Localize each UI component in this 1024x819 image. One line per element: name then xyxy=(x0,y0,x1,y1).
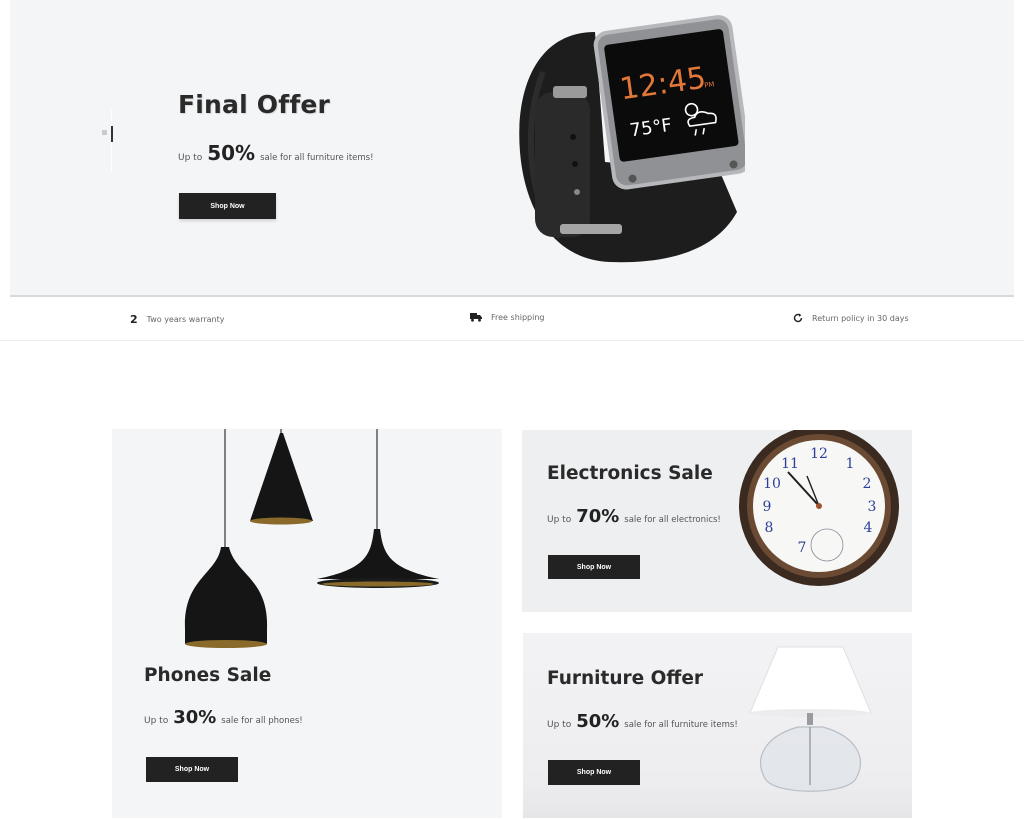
card-title: Electronics Sale xyxy=(547,463,713,484)
table-lamp-image xyxy=(749,646,872,792)
card-offer-line: Up to 70% sale for all electronics! xyxy=(547,506,721,527)
card-offer-line: Up to 50% sale for all furniture items! xyxy=(547,711,738,732)
svg-text:8: 8 xyxy=(765,520,774,536)
warranty-icon: 2 xyxy=(130,313,138,326)
watch-ampm: PM xyxy=(704,80,715,89)
card-title: Phones Sale xyxy=(144,665,272,686)
electronics-shop-now-button[interactable]: Shop Now xyxy=(548,555,640,579)
hero-title: Final Offer xyxy=(178,90,331,119)
promo-card-electronics: 12 1 2 3 4 8 9 10 11 7 Electronics Sale … xyxy=(522,430,912,612)
hero-shop-now-button[interactable]: Shop Now xyxy=(179,193,276,219)
smartwatch-image: 12:45 PM 75°F xyxy=(519,15,745,263)
feature-label: Return policy in 30 days xyxy=(812,313,909,323)
card-up-to: Up to xyxy=(547,515,572,525)
svg-text:4: 4 xyxy=(864,520,873,536)
card-up-to: Up to xyxy=(144,716,169,726)
feature-label: Two years warranty xyxy=(146,315,225,324)
svg-text:3: 3 xyxy=(868,499,877,515)
svg-text:9: 9 xyxy=(763,499,772,515)
furniture-shop-now-button[interactable]: Shop Now xyxy=(548,760,640,785)
svg-text:12: 12 xyxy=(810,446,828,462)
card-title: Furniture Offer xyxy=(547,668,704,689)
hero-offer-line: Up to 50% sale for all furniture items! xyxy=(178,141,374,165)
hero-banner: Final Offer Up to 50% sale for all furni… xyxy=(10,0,1014,297)
card-subtitle: sale for all phones! xyxy=(221,716,303,726)
card-up-to: Up to xyxy=(547,720,572,730)
wall-clock-image: 12 1 2 3 4 8 9 10 11 7 xyxy=(739,430,899,586)
slider-dot[interactable] xyxy=(102,130,107,135)
card-subtitle: sale for all electronics! xyxy=(624,515,721,525)
svg-text:1: 1 xyxy=(846,456,855,472)
feature-warranty: 2 Two years warranty xyxy=(130,313,224,326)
card-percent: 30% xyxy=(173,707,217,728)
feature-label: Free shipping xyxy=(491,313,545,322)
hero-percent: 50% xyxy=(207,141,256,165)
card-offer-line: Up to 30% sale for all phones! xyxy=(144,707,303,728)
card-percent: 70% xyxy=(576,506,620,527)
phones-shop-now-button[interactable]: Shop Now xyxy=(146,757,238,782)
truck-icon xyxy=(470,313,482,322)
svg-text:10: 10 xyxy=(763,476,781,492)
slider-dot-active[interactable] xyxy=(111,126,113,142)
hero-subtitle: sale for all furniture items! xyxy=(260,153,374,163)
card-subtitle: sale for all furniture items! xyxy=(624,720,738,730)
pendant-lamps-image xyxy=(184,429,439,648)
svg-text:11: 11 xyxy=(781,456,799,472)
svg-text:2: 2 xyxy=(863,476,872,492)
svg-text:7: 7 xyxy=(798,540,807,556)
promo-card-furniture: Furniture Offer Up to 50% sale for all f… xyxy=(523,633,912,818)
refresh-icon xyxy=(793,313,803,323)
promo-card-phones: Phones Sale Up to 30% sale for all phone… xyxy=(112,429,502,818)
feature-shipping: Free shipping xyxy=(470,313,545,322)
hero-up-to: Up to xyxy=(178,153,203,163)
feature-returns: Return policy in 30 days xyxy=(793,313,909,323)
card-percent: 50% xyxy=(576,711,620,732)
feature-strip: 2 Two years warranty Free shipping Retur… xyxy=(0,299,1024,341)
